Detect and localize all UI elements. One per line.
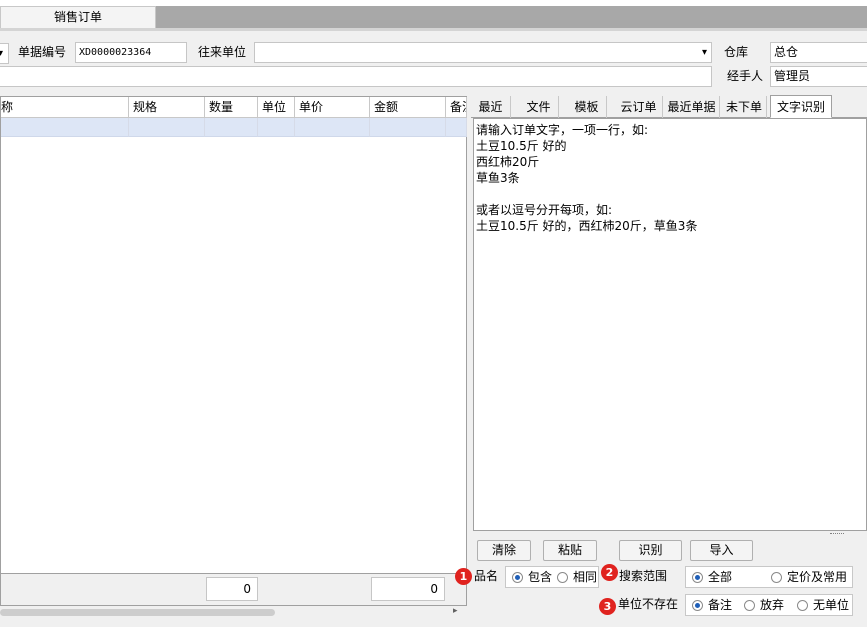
tab-file[interactable]: 文件 (519, 96, 559, 118)
column-header-spec[interactable]: 规格 (129, 97, 205, 118)
search-scope-label: 搜索范围 (619, 569, 668, 583)
hint-line: 土豆10.5斤 好的，西红柿20斤，草鱼3条 (476, 219, 698, 233)
scrollbar-thumb[interactable] (0, 609, 275, 616)
table-row-cell[interactable] (446, 118, 467, 137)
radio-scope-all[interactable] (692, 572, 703, 583)
tab-text-recognition[interactable]: 文字识别 (770, 95, 832, 118)
partner-label: 往来单位 (198, 45, 247, 59)
tab-pending[interactable]: 未下单 (722, 96, 767, 118)
radio-unit-remark[interactable] (692, 600, 703, 611)
search-scope-group: 全部 定价及常用 (685, 566, 853, 588)
scroll-right-icon[interactable]: ▸ (453, 606, 458, 616)
tab-recent[interactable]: 最近 (471, 96, 511, 118)
side-panel-tabs: 最近 文件 模板 云订单 最近单据 未下单 文字识别 (471, 95, 867, 118)
chevron-down-icon: ▾ (0, 48, 3, 59)
type-dropdown[interactable]: ▾ (0, 43, 9, 64)
table-row-cell[interactable] (295, 118, 370, 137)
clear-button[interactable]: 清除 (477, 540, 531, 561)
radio-unit-none[interactable] (797, 600, 808, 611)
remark-field[interactable] (0, 66, 712, 87)
radio-scope-priced-label[interactable]: 定价及常用 (787, 567, 847, 587)
table-row-cell[interactable] (258, 118, 295, 137)
hint-line: 西红柿20斤 (476, 155, 540, 169)
handler-field[interactable]: 管理员 (770, 66, 867, 87)
column-header-remark[interactable]: 备注 (446, 97, 467, 118)
warehouse-label: 仓库 (724, 45, 749, 59)
tab-sales-order[interactable]: 销售订单 (0, 6, 156, 28)
radio-unit-discard-label[interactable]: 放弃 (760, 595, 784, 615)
tab-cloud-order[interactable]: 云订单 (615, 96, 663, 118)
hint-line: 请输入订单文字，一项一行，如: (476, 123, 649, 137)
grid-totals-bar: 0 0 (0, 574, 467, 606)
table-row-cell[interactable] (205, 118, 258, 137)
radio-scope-all-label[interactable]: 全部 (708, 567, 732, 587)
radio-name-contains-label[interactable]: 包含 (528, 567, 552, 587)
total-quantity: 0 (206, 577, 258, 601)
step-badge-2: 2 (601, 564, 618, 581)
column-header-price[interactable]: 单价 (295, 97, 370, 118)
hint-line: 或者以逗号分开每项，如: (476, 203, 613, 217)
step-badge-1: 1 (455, 568, 472, 585)
column-header-quantity[interactable]: 数量 (205, 97, 258, 118)
handler-label: 经手人 (727, 69, 764, 83)
name-match-label: 品名 (474, 569, 499, 583)
warehouse-field[interactable]: 总仓 (770, 42, 867, 63)
radio-name-same[interactable] (557, 572, 568, 583)
radio-scope-priced[interactable] (771, 572, 782, 583)
paste-button[interactable]: 粘贴 (543, 540, 597, 561)
hint-line: 草鱼3条 (476, 171, 520, 185)
tab-strip-background (156, 6, 867, 28)
doc-no-label: 单据编号 (18, 45, 67, 59)
hint-line (476, 186, 864, 202)
tab-template[interactable]: 模板 (567, 96, 607, 118)
order-items-grid[interactable]: 称 规格 数量 单位 单价 金额 备注 (0, 96, 467, 574)
unit-missing-group: 备注 放弃 无单位 (685, 594, 853, 616)
table-row-cell[interactable] (129, 118, 205, 137)
radio-name-same-label[interactable]: 相同 (573, 567, 597, 587)
recognize-button[interactable]: 识别 (619, 540, 682, 561)
column-header-amount[interactable]: 金额 (370, 97, 446, 118)
table-row-cell[interactable] (370, 118, 446, 137)
table-row-cell[interactable] (1, 118, 129, 137)
unit-missing-label: 单位不存在 (618, 597, 679, 611)
order-text-input[interactable]: 请输入订单文字，一项一行，如: 土豆10.5斤 好的 西红柿20斤 草鱼3条或者以逗号… (473, 118, 867, 531)
resize-grip-icon[interactable] (830, 533, 844, 535)
step-badge-3: 3 (599, 598, 616, 615)
radio-name-contains[interactable] (512, 572, 523, 583)
radio-unit-none-label[interactable]: 无单位 (813, 595, 849, 615)
radio-unit-discard[interactable] (744, 600, 755, 611)
chevron-down-icon[interactable]: ▾ (702, 43, 707, 62)
column-header-unit[interactable]: 单位 (258, 97, 295, 118)
total-amount: 0 (371, 577, 445, 601)
partner-field[interactable]: ▾ (254, 42, 712, 63)
tab-strip-divider (0, 28, 867, 31)
radio-unit-remark-label[interactable]: 备注 (708, 595, 732, 615)
tab-recent-docs[interactable]: 最近单据 (664, 96, 720, 118)
doc-no-field[interactable]: XD0000023364 (75, 42, 187, 63)
import-button[interactable]: 导入 (690, 540, 753, 561)
name-match-group: 包含 相同 (505, 566, 599, 588)
column-header-name[interactable]: 称 (1, 97, 129, 118)
hint-line: 土豆10.5斤 好的 (476, 139, 567, 153)
